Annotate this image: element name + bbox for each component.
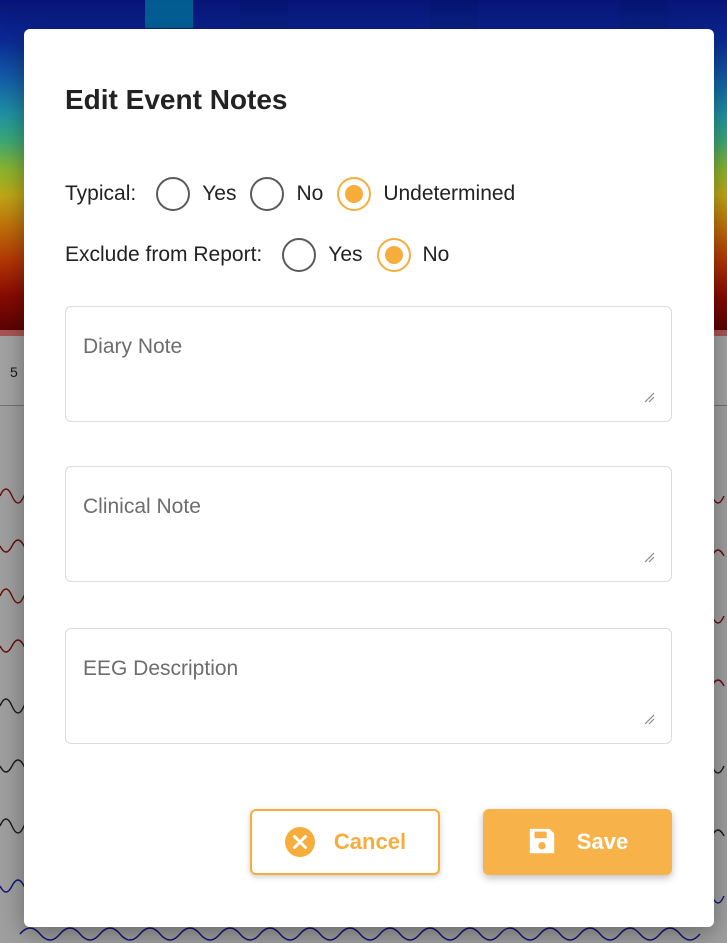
typical-option-undetermined[interactable]: Undetermined	[337, 177, 515, 211]
typical-option-yes[interactable]: Yes	[156, 177, 236, 211]
resize-handle-icon[interactable]	[643, 391, 655, 403]
exclude-option-yes[interactable]: Yes	[282, 238, 363, 272]
clinical-note-textarea[interactable]	[66, 467, 671, 581]
cancel-circle-icon	[284, 826, 316, 858]
resize-handle-icon[interactable]	[643, 551, 655, 563]
eeg-description-textarea[interactable]	[66, 629, 671, 743]
typical-radio-group: Typical: Yes No Undetermined	[65, 177, 529, 211]
exclude-from-report-label: Exclude from Report:	[65, 243, 263, 266]
typical-undetermined-radio[interactable]	[337, 177, 372, 211]
exclude-from-report-radio-group: Exclude from Report: Yes No	[65, 238, 463, 272]
eeg-description-field	[65, 628, 672, 744]
resize-handle-icon[interactable]	[643, 713, 655, 725]
clinical-note-field	[65, 466, 672, 582]
exclude-yes-radio[interactable]	[282, 238, 317, 272]
save-button[interactable]: Save	[483, 809, 672, 875]
diary-note-textarea[interactable]	[66, 307, 671, 421]
exclude-yes-label: Yes	[328, 243, 363, 266]
typical-option-no[interactable]: No	[250, 177, 323, 211]
save-button-label: Save	[576, 829, 629, 854]
typical-no-radio[interactable]	[250, 177, 285, 211]
typical-no-label: No	[296, 182, 324, 205]
typical-undetermined-label: Undetermined	[383, 182, 516, 205]
diary-note-field	[65, 306, 672, 422]
exclude-no-radio[interactable]	[376, 238, 411, 272]
cancel-button[interactable]: Cancel	[250, 809, 440, 875]
exclude-no-label: No	[422, 243, 450, 266]
typical-yes-label: Yes	[202, 182, 237, 205]
exclude-option-no[interactable]: No	[376, 238, 450, 272]
dialog-title: Edit Event Notes	[65, 84, 288, 115]
typical-yes-radio[interactable]	[156, 177, 191, 211]
edit-event-notes-dialog: Edit Event Notes Typical: Yes No Undeter…	[24, 29, 714, 927]
cancel-button-label: Cancel	[333, 829, 407, 854]
typical-label: Typical:	[65, 182, 137, 205]
floppy-disk-icon	[527, 826, 559, 858]
